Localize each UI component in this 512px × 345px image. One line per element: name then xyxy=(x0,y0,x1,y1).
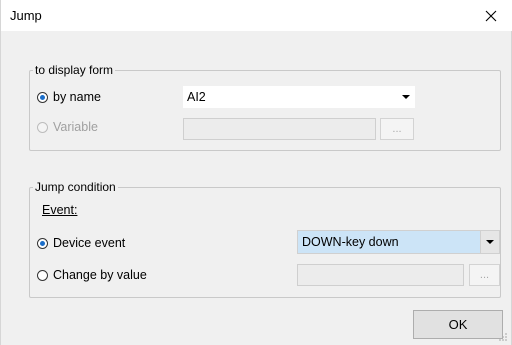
title-bar: Jump xyxy=(1,0,512,31)
device-event-label: Device event xyxy=(53,236,126,250)
device-event-radio-row[interactable]: Device event xyxy=(37,236,125,250)
variable-label: Variable xyxy=(53,120,98,134)
change-by-value-browse-button[interactable]: ... xyxy=(469,264,500,286)
form-name-combo[interactable]: AI2 xyxy=(183,86,415,108)
jump-condition-legend: Jump condition xyxy=(35,180,116,194)
variable-radio[interactable] xyxy=(37,121,48,133)
change-by-value-radio[interactable] xyxy=(37,269,48,281)
device-event-value: DOWN-key down xyxy=(302,235,399,249)
variable-field[interactable] xyxy=(183,118,376,140)
close-button[interactable] xyxy=(469,0,512,31)
close-icon xyxy=(485,10,497,21)
device-event-radio[interactable] xyxy=(37,237,48,249)
chevron-down-icon[interactable] xyxy=(480,231,499,253)
change-by-value-radio-row[interactable]: Change by value xyxy=(37,268,147,282)
display-form-legend: to display form xyxy=(35,63,114,77)
device-event-combo[interactable]: DOWN-key down xyxy=(297,230,500,254)
form-name-value: AI2 xyxy=(187,90,206,104)
by-name-label: by name xyxy=(53,90,101,104)
variable-browse-button[interactable]: ... xyxy=(380,118,414,140)
window-title: Jump xyxy=(10,8,42,23)
change-by-value-label: Change by value xyxy=(53,268,147,282)
by-name-radio-row[interactable]: by name xyxy=(37,90,101,104)
jump-dialog: Jump to display form by name AI2 Variabl… xyxy=(0,0,512,345)
change-by-value-field[interactable] xyxy=(297,264,464,286)
event-label: Event: xyxy=(42,203,78,217)
variable-radio-row[interactable]: Variable xyxy=(37,120,98,134)
ok-button[interactable]: OK xyxy=(413,310,503,339)
resize-grip-icon[interactable] xyxy=(498,332,508,342)
by-name-radio[interactable] xyxy=(37,91,48,103)
chevron-down-icon[interactable] xyxy=(397,86,415,108)
